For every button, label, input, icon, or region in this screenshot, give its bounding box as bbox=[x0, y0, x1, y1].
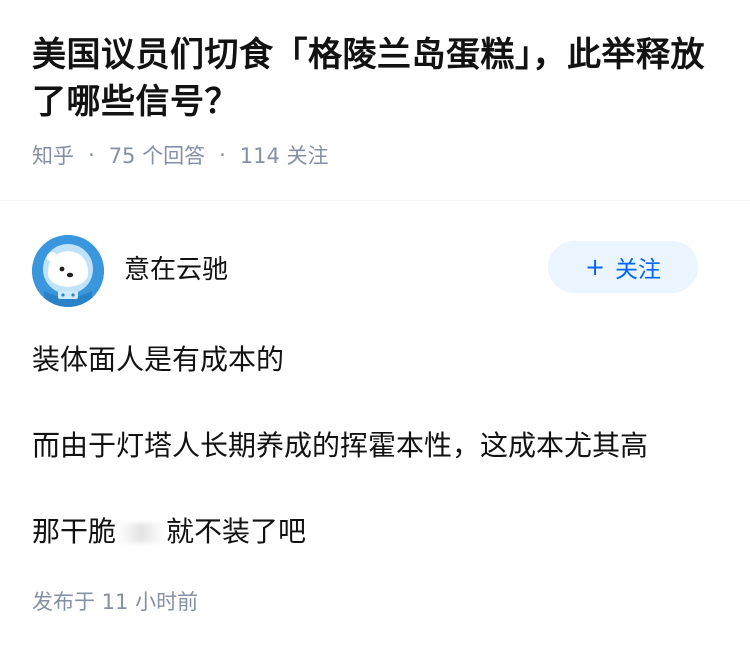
answer-paragraph: 那干脆 就不装了吧 bbox=[32, 513, 718, 551]
divider bbox=[0, 200, 750, 201]
author-name[interactable]: 意在云驰 bbox=[124, 249, 228, 286]
source-label[interactable]: 知乎 bbox=[32, 140, 74, 170]
followers-count: 114 关注 bbox=[239, 144, 329, 168]
publish-time: 发布于 11 小时前 bbox=[32, 590, 199, 614]
follow-button-label: 关注 bbox=[615, 257, 662, 283]
question-header: 美国议员们切食「格陵兰岛蛋糕」，此举释放了哪些信号？ 知乎 · 75 个回答 ·… bbox=[0, 0, 750, 168]
answer-text: 就不装了吧 bbox=[166, 515, 307, 548]
blurred-text bbox=[118, 523, 165, 543]
answer-paragraph: 而由于灯塔人长期养成的挥霍本性，这成本尤其高 bbox=[32, 429, 649, 462]
answers-count[interactable]: 75 个回答 bbox=[109, 140, 205, 170]
astronaut-bear-avatar-icon bbox=[32, 235, 104, 307]
answer-content: 装体面人是有成本的 而由于灯塔人长期养成的挥霍本性，这成本尤其高 那干脆 就不装了… bbox=[32, 341, 718, 551]
question-meta: 知乎 · 75 个回答 · 114 关注 bbox=[32, 140, 718, 170]
follow-button[interactable]: + 关注 bbox=[548, 241, 698, 293]
question-title[interactable]: 美国议员们切食「格陵兰岛蛋糕」，此举释放了哪些信号？ bbox=[32, 32, 718, 126]
answer-paragraph: 装体面人是有成本的 bbox=[32, 343, 285, 376]
answer-card: 意在云驰 + 关注 装体面人是有成本的 而由于灯塔人长期养成的挥霍本性，这成本尤… bbox=[0, 235, 750, 551]
answer-text: 那干脆 bbox=[32, 515, 117, 548]
avatar[interactable] bbox=[32, 235, 104, 307]
meta-separator: · bbox=[219, 143, 226, 167]
meta-separator: · bbox=[88, 143, 95, 167]
plus-icon: + bbox=[584, 253, 606, 281]
author-row: 意在云驰 + 关注 bbox=[32, 235, 718, 307]
